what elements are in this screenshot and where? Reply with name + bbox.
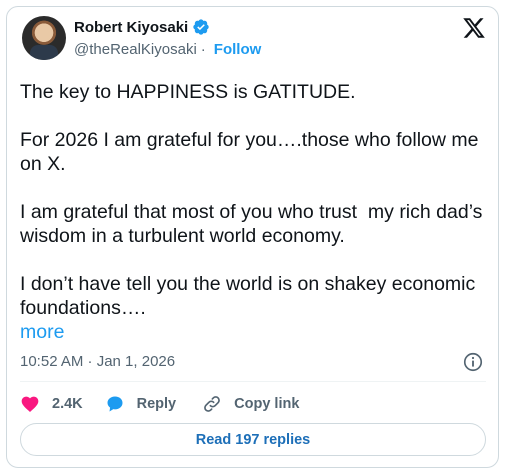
tweet-header: Robert Kiyosaki @theRealKiyosaki · Follo… — [20, 16, 490, 68]
author-name[interactable]: Robert Kiyosaki — [74, 19, 188, 36]
read-replies-label: Read 197 replies — [195, 431, 311, 448]
show-more-link[interactable]: more — [20, 321, 64, 344]
x-logo-icon[interactable] — [462, 16, 486, 40]
verified-badge-icon — [193, 19, 209, 35]
author-name-row: Robert Kiyosaki — [74, 18, 210, 36]
handle-separator: · — [200, 41, 206, 58]
author-handle-row: @theRealKiyosaki · Follow — [74, 41, 261, 58]
tweet-paragraph: The key to HAPPINESS is GATITUDE. — [20, 81, 356, 103]
reply-bubble-icon — [107, 396, 123, 412]
author-handle[interactable]: @theRealKiyosaki — [74, 41, 197, 58]
tweet-paragraph: I don’t have tell you the world is on sh… — [20, 273, 481, 319]
read-replies-button[interactable]: Read 197 replies — [20, 423, 486, 456]
copy-link-button[interactable]: Copy link — [202, 394, 299, 414]
tweet-body: The key to HAPPINESS is GATITUDE. For 20… — [20, 80, 490, 344]
heart-icon — [21, 396, 39, 412]
reply-label: Reply — [136, 396, 177, 412]
like-button[interactable]: 2.4K — [20, 394, 83, 414]
tweet-actions: 2.4K Reply Copy link — [20, 391, 325, 417]
tweet-timestamp[interactable]: 10:52 AM · Jan 1, 2026 — [20, 353, 175, 370]
like-count: 2.4K — [52, 396, 83, 412]
divider — [20, 381, 486, 382]
link-icon — [204, 396, 221, 412]
reply-button[interactable]: Reply — [105, 394, 177, 414]
info-icon[interactable] — [462, 351, 484, 373]
tweet-paragraph: I am grateful that most of you who trust… — [20, 201, 488, 247]
follow-button[interactable]: Follow — [214, 41, 262, 58]
copy-link-label: Copy link — [234, 396, 300, 412]
tweet-paragraph: For 2026 I am grateful for you….those wh… — [20, 129, 484, 175]
author-avatar[interactable] — [22, 16, 66, 60]
